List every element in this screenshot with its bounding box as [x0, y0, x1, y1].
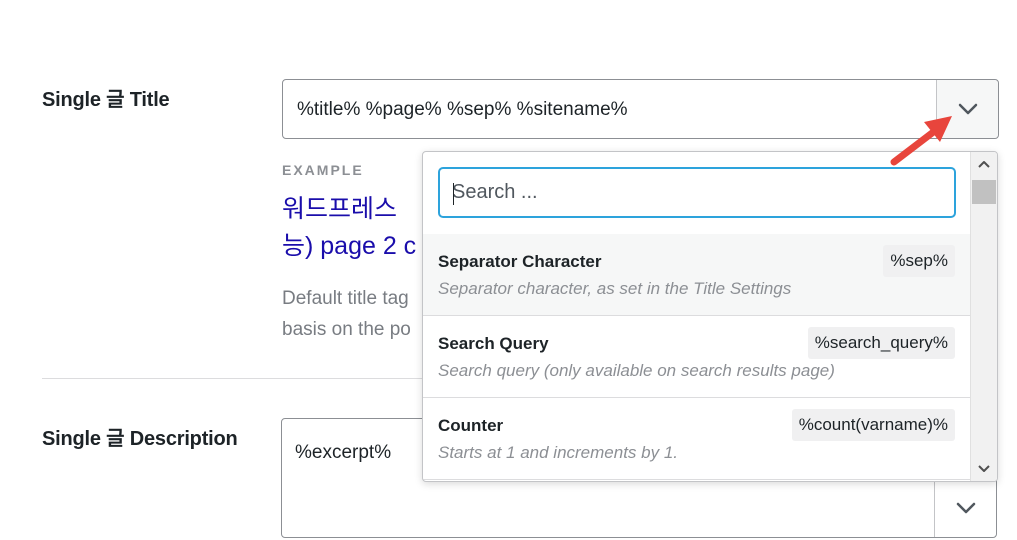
scroll-up-button[interactable] [971, 152, 997, 176]
dropdown-scrollbar[interactable] [970, 152, 997, 481]
description-dropdown-toggle[interactable] [934, 477, 996, 537]
chevron-down-icon [958, 103, 977, 115]
variable-dropdown: Separator Character Separator character,… [422, 151, 998, 482]
variable-option-tag: %count(varname)% [791, 409, 955, 441]
chevron-up-icon [978, 161, 990, 168]
variable-search-box[interactable] [438, 167, 956, 218]
example-preview-line-2: 능) page 2 c [282, 232, 417, 260]
helper-text: Default title tag basis on the po [282, 283, 427, 345]
example-preview-line-1: 워드프레스 [282, 195, 398, 223]
title-setting-label: Single 글 Title [42, 89, 170, 111]
chevron-down-icon [956, 502, 975, 513]
text-caret [453, 183, 454, 205]
scroll-down-button[interactable] [971, 457, 997, 481]
helper-text-line-2: basis on the po [282, 319, 411, 340]
variable-option-description: Starts at 1 and increments by 1. [438, 443, 679, 462]
variable-option-title: Separator Character [438, 252, 602, 271]
section-divider [42, 378, 442, 379]
variable-option-title: Search Query [438, 334, 549, 353]
scrollbar-thumb[interactable] [972, 180, 996, 204]
variable-option-counter[interactable]: Counter Starts at 1 and increments by 1.… [423, 398, 970, 480]
helper-text-line-1: Default title tag [282, 288, 409, 309]
red-arrow-icon [890, 116, 952, 166]
variable-search-input[interactable] [440, 169, 954, 216]
example-preview: 워드프레스 능) page 2 c [282, 191, 427, 265]
variable-list: Separator Character Separator character,… [423, 234, 970, 480]
chevron-down-icon [978, 465, 990, 472]
description-template-value[interactable]: %excerpt% [295, 442, 391, 464]
description-setting-label: Single 글 Description [42, 428, 238, 450]
variable-option-tag: %sep% [883, 245, 955, 277]
title-template-value[interactable]: %title% %page% %sep% %sitename% [297, 99, 628, 121]
variable-option-tag: %search_query% [807, 327, 955, 359]
variable-option-search-query[interactable]: Search Query Search query (only availabl… [423, 316, 970, 398]
variable-option-description: Separator character, as set in the Title… [438, 279, 792, 298]
example-label: EXAMPLE [282, 162, 364, 178]
variable-option-separator[interactable]: Separator Character Separator character,… [423, 234, 970, 316]
variable-option-title: Counter [438, 416, 504, 435]
variable-option-description: Search query (only available on search r… [438, 361, 835, 380]
